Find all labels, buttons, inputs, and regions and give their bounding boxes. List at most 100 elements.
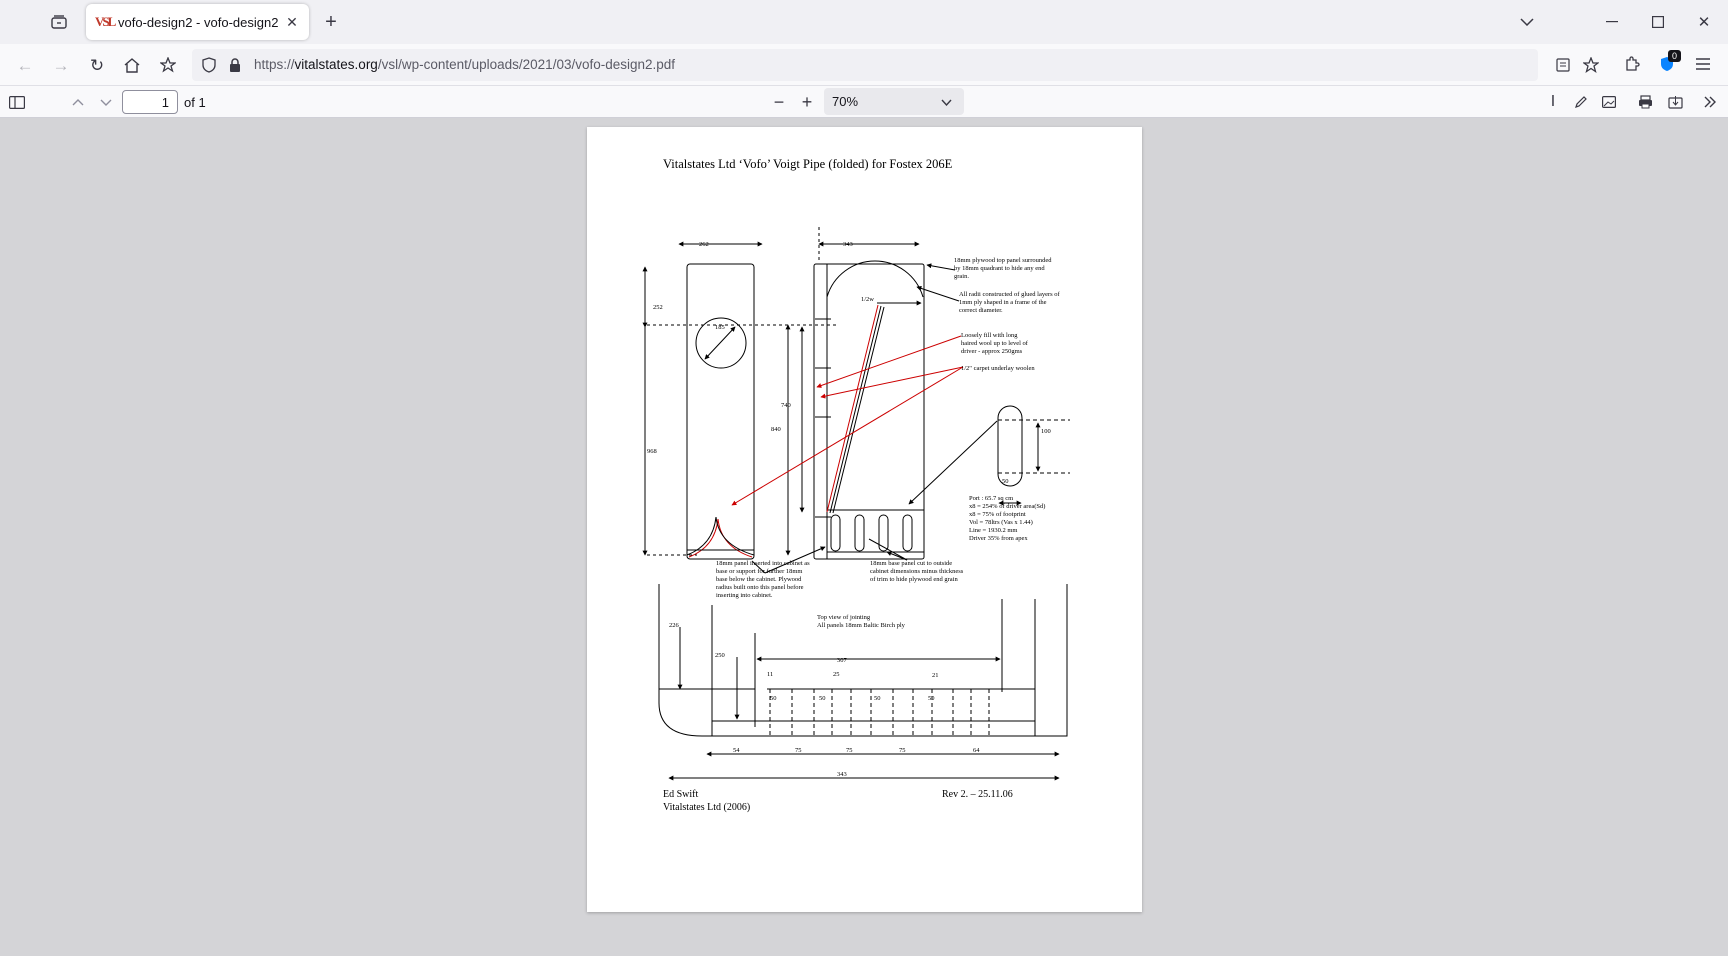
extensions-puzzle-icon[interactable] bbox=[1621, 53, 1643, 75]
zoom-out-icon[interactable]: − bbox=[769, 92, 789, 112]
port-slot bbox=[997, 405, 1023, 487]
note-panel-18-4: radius built onto this panel before bbox=[716, 584, 804, 591]
joint-dim-11: 11 bbox=[767, 671, 773, 678]
note-wool-2: haired wool up to level of bbox=[961, 340, 1029, 347]
bookmark-star-icon[interactable] bbox=[1582, 56, 1600, 74]
note-carpet: 1/2" carpet underlay woolen bbox=[961, 365, 1035, 372]
dim-262: 262 bbox=[699, 241, 709, 248]
tab-bar: VSL vofo-design2 - vofo-design2.pdf ✕ + … bbox=[0, 0, 1728, 44]
url-bar[interactable]: https://vitalstates.org/vsl/wp-content/u… bbox=[192, 49, 1599, 81]
lock-icon[interactable] bbox=[226, 56, 244, 74]
note-panel-18-2: base or support for further 18mm bbox=[716, 568, 802, 575]
dim-840: 840 bbox=[771, 426, 781, 433]
minimize-window-icon[interactable] bbox=[1600, 12, 1624, 32]
note-base-panel-3: of trim to hide plywood end grain bbox=[870, 576, 958, 583]
port-line-4: Vol = 78ltrs (Vas x 1.44) bbox=[969, 519, 1033, 526]
note-base-panel-1: 18mm base panel cut to outside bbox=[870, 560, 952, 567]
reader-view-icon[interactable] bbox=[1554, 56, 1572, 74]
joint-dim-50-d: 50 bbox=[928, 695, 935, 702]
page-number-input[interactable]: 1 bbox=[122, 90, 178, 114]
dim-185: 185 bbox=[715, 324, 725, 331]
joint-dim-307: 307 bbox=[837, 657, 848, 664]
maximize-window-icon[interactable] bbox=[1646, 12, 1670, 32]
side-view-cabinet bbox=[686, 263, 755, 560]
port-line-6: Driver 35% from apex bbox=[969, 535, 1028, 542]
joint-dim-50-a: 50 bbox=[770, 695, 777, 702]
url-text[interactable]: https://vitalstates.org/vsl/wp-content/u… bbox=[254, 57, 675, 72]
port-line-3: x8 = 75% of footprint bbox=[969, 511, 1026, 518]
footer-revision: Rev 2. – 25.11.06 bbox=[942, 789, 1013, 800]
sidebar-toggle-icon[interactable] bbox=[6, 92, 28, 112]
dim-968: 968 bbox=[647, 448, 657, 455]
previous-page-icon[interactable] bbox=[68, 92, 88, 112]
joint-dim-50-b: 50 bbox=[819, 695, 826, 702]
close-tab-icon[interactable]: ✕ bbox=[283, 13, 301, 31]
joint-dim-25: 25 bbox=[833, 671, 840, 678]
dim-343: 343 bbox=[843, 241, 853, 248]
active-tab[interactable]: VSL vofo-design2 - vofo-design2.pdf ✕ bbox=[86, 4, 309, 40]
joint-dim-50-c: 50 bbox=[874, 695, 881, 702]
add-image-icon[interactable] bbox=[1599, 92, 1619, 112]
dim-50: 50 bbox=[1002, 478, 1009, 485]
note-top-view-2: All panels 18mm Baltic Birch ply bbox=[817, 622, 906, 629]
close-window-icon[interactable]: ✕ bbox=[1692, 12, 1716, 32]
tracking-shield-icon[interactable] bbox=[200, 56, 218, 74]
note-top-view-1: Top view of jointing bbox=[817, 614, 871, 621]
tools-menu-icon[interactable] bbox=[1700, 92, 1720, 112]
note-wool-3: driver - approx 250gms bbox=[961, 348, 1023, 355]
port-line-5: Line = 1930.2 mm bbox=[969, 527, 1017, 534]
app-menu-icon[interactable] bbox=[1692, 53, 1714, 75]
pocket-save-icon[interactable] bbox=[157, 54, 179, 76]
joint-dim-75-c: 75 bbox=[899, 747, 906, 754]
text-select-icon[interactable]: I bbox=[1543, 92, 1563, 112]
port-line-1: Port : 65.7 sq cm bbox=[969, 495, 1013, 502]
note-radii-1: All radii constructed of glued layers of bbox=[959, 291, 1061, 298]
draw-pen-icon[interactable] bbox=[1571, 92, 1591, 112]
note-panel-18-5: inserting into cabinet. bbox=[716, 592, 773, 599]
list-all-tabs-icon[interactable] bbox=[1517, 12, 1537, 32]
document-title: Vitalstates Ltd ‘Vofo’ Voigt Pipe (folde… bbox=[663, 157, 953, 171]
dim-252: 252 bbox=[653, 304, 663, 311]
chevron-down-icon bbox=[941, 94, 952, 109]
dim-740: 740 bbox=[781, 402, 791, 409]
joint-dim-64: 64 bbox=[973, 747, 980, 754]
note-wool-1: Loosely fill with long bbox=[961, 332, 1018, 339]
note-top-panel-1: 18mm plywood top panel surrounded bbox=[954, 257, 1052, 264]
forward-icon[interactable]: → bbox=[50, 54, 72, 76]
home-icon[interactable] bbox=[121, 54, 143, 76]
reload-icon[interactable]: ↻ bbox=[86, 54, 108, 76]
extension-badge: 0 bbox=[1668, 50, 1681, 62]
zoom-in-icon[interactable]: + bbox=[797, 92, 817, 112]
tab-title: vofo-design2 - vofo-design2.pdf bbox=[118, 15, 278, 30]
next-page-icon[interactable] bbox=[96, 92, 116, 112]
url-host: vitalstates.org bbox=[294, 57, 378, 72]
new-tab-icon[interactable]: + bbox=[320, 11, 342, 33]
joint-dim-54: 54 bbox=[733, 747, 740, 754]
joint-dim-21: 21 bbox=[932, 672, 939, 679]
joint-dim-75-b: 75 bbox=[846, 747, 853, 754]
footer-author: Ed Swift bbox=[663, 789, 699, 800]
red-leaders bbox=[731, 335, 964, 506]
note-panel-18-3: base below the cabinet. Plywood bbox=[716, 576, 802, 583]
zoom-value: 70% bbox=[832, 94, 859, 109]
footer-company: Vitalstates Ltd (2006) bbox=[663, 802, 750, 813]
note-panel-18-1: 18mm panel inserted into cabinet as bbox=[716, 560, 810, 567]
vsl-favicon-icon: VSL bbox=[95, 14, 116, 29]
joint-dim-343: 343 bbox=[837, 771, 847, 778]
dim-100: 100 bbox=[1041, 428, 1051, 435]
drawing-canvas: Vitalstates Ltd ‘Vofo’ Voigt Pipe (folde… bbox=[642, 157, 1070, 813]
zoom-select[interactable]: 70% bbox=[824, 88, 964, 115]
page-count-label: of 1 bbox=[184, 95, 206, 110]
save-download-icon[interactable] bbox=[1665, 92, 1685, 112]
joint-dim-250: 250 bbox=[715, 652, 725, 659]
dim-half-w: 1/2w bbox=[861, 296, 874, 303]
url-path: /vsl/wp-content/uploads/2021/03/vofo-des… bbox=[377, 57, 676, 72]
note-radii-2: 1mm ply shaped in a frame of the bbox=[959, 299, 1047, 306]
pdf-page: Vitalstates Ltd ‘Vofo’ Voigt Pipe (folde… bbox=[587, 127, 1142, 912]
note-radii-3: correct diameter. bbox=[959, 307, 1003, 314]
note-top-panel-2: by 18mm quadrant to hide any end bbox=[954, 265, 1045, 272]
url-prefix: https:// bbox=[254, 57, 295, 72]
tab-list-icon[interactable] bbox=[48, 12, 70, 32]
print-icon[interactable] bbox=[1635, 92, 1655, 112]
back-icon[interactable]: ← bbox=[14, 54, 36, 76]
